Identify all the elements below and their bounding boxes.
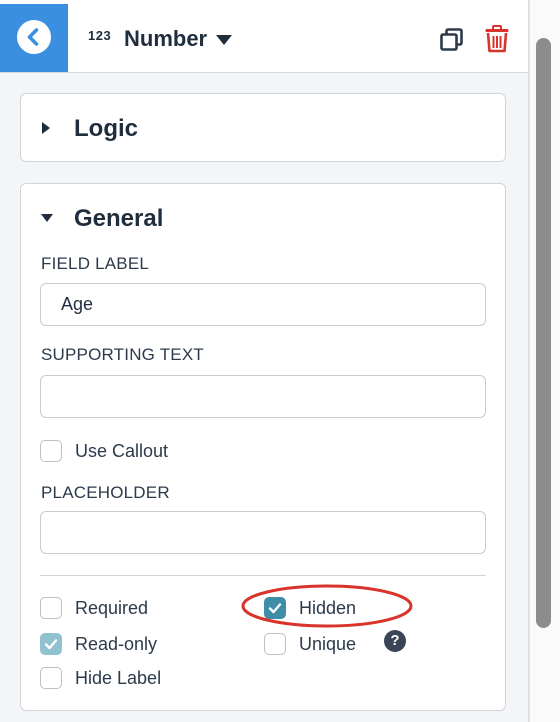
- duplicate-icon[interactable]: [439, 27, 465, 58]
- general-section-title[interactable]: General: [74, 205, 163, 233]
- scrollbar-thumb[interactable]: [536, 38, 551, 628]
- unique-checkbox[interactable]: [264, 633, 286, 655]
- hide-label-checkbox[interactable]: [40, 667, 62, 689]
- placeholder-input[interactable]: [40, 511, 486, 554]
- read-only-checkbox[interactable]: [40, 633, 62, 655]
- panel-header: 123 Number: [0, 0, 528, 73]
- read-only-label[interactable]: Read-only: [75, 633, 157, 655]
- chevron-left-icon: [17, 20, 51, 54]
- help-icon[interactable]: ?: [384, 630, 406, 652]
- required-label[interactable]: Required: [75, 597, 148, 619]
- supporting-text-heading: SUPPORTING TEXT: [41, 345, 204, 364]
- properties-panel: 123 Number Logic General FIELD LABEL Age…: [0, 0, 529, 722]
- hide-label-label[interactable]: Hide Label: [75, 667, 161, 689]
- number-type-icon: 123: [88, 28, 112, 43]
- options-divider: [40, 575, 486, 576]
- field-label-heading: FIELD LABEL: [41, 254, 150, 273]
- required-checkbox[interactable]: [40, 597, 62, 619]
- checkmark-icon: [44, 639, 58, 650]
- use-callout-label[interactable]: Use Callout: [75, 440, 168, 462]
- field-type-dropdown[interactable]: Number: [124, 26, 207, 52]
- field-label-input[interactable]: Age: [40, 283, 486, 326]
- unique-label[interactable]: Unique: [299, 633, 356, 655]
- use-callout-checkbox[interactable]: [40, 440, 62, 462]
- expand-arrow-icon[interactable]: [42, 122, 50, 134]
- highlight-annotation: [241, 584, 413, 628]
- caret-down-icon[interactable]: [216, 35, 232, 45]
- back-button[interactable]: [0, 4, 68, 72]
- placeholder-heading: PLACEHOLDER: [41, 483, 170, 502]
- trash-icon[interactable]: [484, 25, 510, 58]
- logic-section-title[interactable]: Logic: [74, 115, 138, 143]
- logic-section[interactable]: Logic: [20, 93, 506, 162]
- collapse-arrow-icon[interactable]: [41, 214, 53, 222]
- supporting-text-input[interactable]: [40, 375, 486, 418]
